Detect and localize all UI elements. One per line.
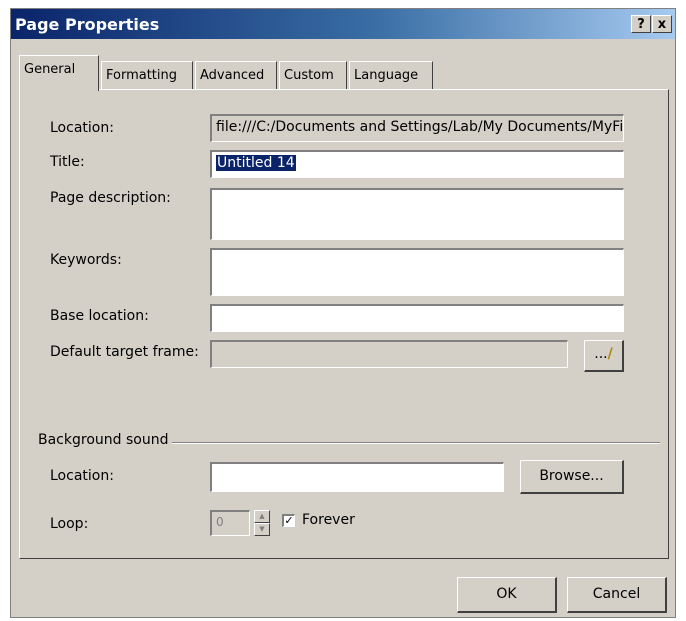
page-description-input[interactable] — [210, 188, 624, 240]
location-label: Location: — [50, 120, 114, 136]
ellipsis-text: ... — [594, 346, 608, 362]
page-properties-dialog: Page Properties ? x General Formatting A… — [10, 8, 676, 618]
sound-location-input[interactable] — [210, 462, 504, 492]
loop-label: Loop: — [50, 516, 89, 532]
pencil-icon: / — [607, 346, 613, 362]
title-label-text: Title: — [50, 154, 85, 170]
base-location-input[interactable] — [210, 304, 624, 332]
page-description-label: Page description: — [50, 190, 171, 206]
edit-target-frame-button[interactable]: .../ — [584, 340, 624, 372]
base-location-label: Base location: — [50, 308, 149, 324]
tab-custom[interactable]: Custom — [279, 61, 347, 89]
forever-checkbox[interactable]: ✓ — [282, 514, 295, 527]
sound-location-label: Location: — [50, 468, 114, 484]
general-panel: Location: file:///C:/Documents and Setti… — [19, 89, 669, 559]
default-target-frame-label: Default target frame: — [50, 344, 199, 360]
background-sound-group-label: Background sound — [38, 432, 173, 448]
cancel-button[interactable]: Cancel — [567, 577, 667, 613]
loop-spin-up[interactable]: ▲ — [254, 510, 270, 523]
group-divider — [170, 442, 660, 444]
help-button[interactable]: ? — [631, 15, 651, 33]
title-input[interactable]: Untitled 14 — [210, 150, 624, 178]
loop-input[interactable]: 0 — [210, 510, 250, 536]
ok-button[interactable]: OK — [457, 577, 557, 613]
tab-language[interactable]: Language — [349, 61, 433, 89]
check-icon: ✓ — [284, 514, 294, 527]
close-button[interactable]: x — [652, 15, 672, 33]
browse-button[interactable]: Browse... — [520, 460, 624, 494]
title-bar[interactable]: Page Properties ? x — [11, 9, 675, 39]
keywords-input[interactable] — [210, 248, 624, 296]
tab-formatting[interactable]: Formatting — [101, 61, 193, 89]
keywords-label: Keywords: — [50, 252, 122, 268]
location-field: file:///C:/Documents and Settings/Lab/My… — [210, 114, 624, 142]
default-target-frame-field — [210, 340, 568, 368]
window-title: Page Properties — [15, 15, 160, 34]
tab-general[interactable]: General — [19, 55, 99, 91]
title-input-text: Untitled 14 — [216, 155, 296, 171]
forever-label: Forever — [302, 512, 355, 528]
title-label: Title: — [50, 154, 85, 170]
tab-advanced[interactable]: Advanced — [195, 61, 277, 89]
loop-spin-down[interactable]: ▼ — [254, 523, 270, 536]
